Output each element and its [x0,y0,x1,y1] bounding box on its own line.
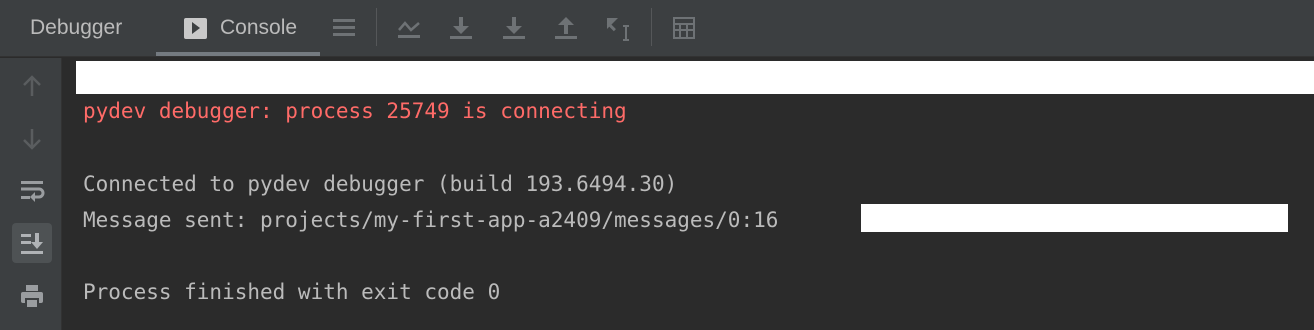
tab-console-label: Console [220,16,298,39]
tool-window-header: Debugger Console [0,0,1314,57]
menu-icon[interactable] [326,10,362,46]
soft-wrap-icon[interactable] [12,170,52,210]
show-execution-point-icon[interactable] [391,10,427,46]
console-line-error: pydev debugger: process 25749 is connect… [83,99,627,123]
scroll-to-end-icon[interactable] [12,223,52,263]
tab-debugger[interactable]: Debugger [30,0,122,56]
print-icon[interactable] [12,276,52,316]
run-to-cursor-icon[interactable] [600,10,636,46]
tab-debugger-label: Debugger [30,16,123,39]
step-over-icon[interactable] [443,10,479,46]
active-tab-indicator [156,52,320,56]
console-line-finished: Process finished with exit code 0 [83,280,501,304]
console-line-connected: Connected to pydev debugger (build 193.6… [83,172,678,196]
tab-console[interactable]: Console [156,0,320,56]
console-output[interactable]: pydev debugger: process 25749 is connect… [63,58,1314,330]
toolbar-separator [651,8,652,46]
console-icon [184,17,207,39]
step-into-icon[interactable] [496,10,532,46]
evaluate-expression-icon[interactable] [666,10,702,46]
console-sidebar [0,58,62,330]
redacted-region [861,204,1288,232]
console-line-message: Message sent: projects/my-first-app-a240… [83,208,779,232]
step-out-icon[interactable] [548,10,584,46]
toolbar-separator [376,8,377,46]
up-arrow-icon[interactable] [12,66,52,106]
down-arrow-icon[interactable] [12,119,52,159]
redacted-region [76,61,1314,94]
